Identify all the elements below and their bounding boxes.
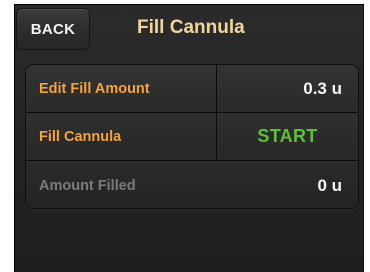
amount-filled-label: Amount Filled xyxy=(39,177,136,194)
fill-cannula-row[interactable]: Fill Cannula START xyxy=(26,113,358,160)
start-button[interactable]: START xyxy=(217,113,358,160)
amount-filled-row: Amount Filled 0 u xyxy=(26,161,358,208)
amount-filled-value: 0 u xyxy=(317,175,342,195)
edit-fill-amount-label[interactable]: Edit Fill Amount xyxy=(26,65,216,112)
fill-cannula-label: Fill Cannula xyxy=(26,113,216,160)
device-screen: BACK Fill Cannula Edit Fill Amount 0.3 u… xyxy=(14,4,364,272)
settings-panel: Edit Fill Amount 0.3 u Fill Cannula STAR… xyxy=(25,64,359,209)
edit-fill-amount-row[interactable]: Edit Fill Amount 0.3 u xyxy=(26,65,358,112)
fill-amount-value[interactable]: 0.3 u xyxy=(217,65,358,112)
header-bar: BACK Fill Cannula xyxy=(15,5,363,55)
page-title: Fill Cannula xyxy=(137,17,245,38)
back-button[interactable]: BACK xyxy=(16,8,90,50)
